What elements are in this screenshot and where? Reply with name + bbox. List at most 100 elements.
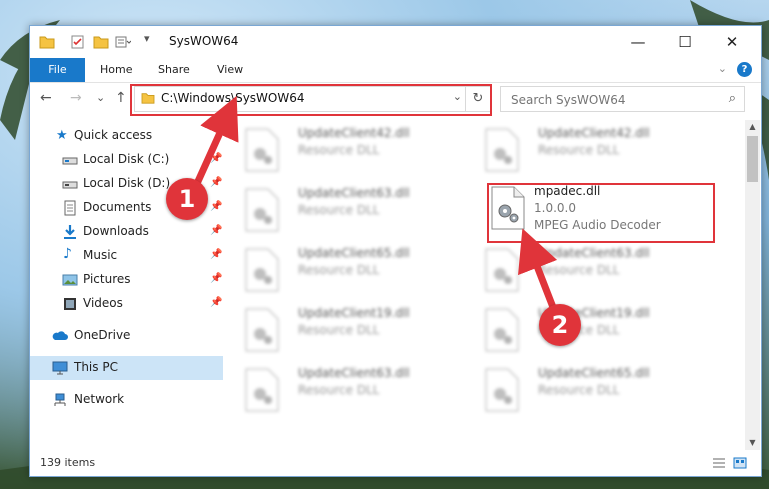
file-item[interactable]: UpdateClient19.dll Resource DLL xyxy=(466,304,696,358)
file-name: UpdateClient42.dll xyxy=(538,126,650,140)
file-description: Resource DLL xyxy=(298,263,380,277)
file-name: UpdateClient65.dll xyxy=(538,366,650,380)
minimize-button[interactable]: — xyxy=(615,26,661,58)
properties-icon[interactable] xyxy=(70,35,86,49)
explorer-window: ▾ SysWOW64 — ☐ ✕ File Home Share View ⌄ … xyxy=(29,25,762,477)
tab-share[interactable]: Share xyxy=(158,58,190,82)
sidebar-item-label: Local Disk (C:) xyxy=(83,152,170,166)
search-box[interactable]: ⌕ xyxy=(500,86,745,112)
dll-file-icon xyxy=(485,128,519,172)
sidebar-item-label: Quick access xyxy=(74,128,153,142)
sidebar-item-label: This PC xyxy=(74,360,118,374)
maximize-button[interactable]: ☐ xyxy=(662,26,708,58)
forward-button[interactable]: → xyxy=(70,90,82,106)
file-highlight xyxy=(487,183,715,243)
file-list: UpdateClient42.dll Resource DLL UpdateCl… xyxy=(226,120,738,450)
dll-file-icon xyxy=(245,308,279,352)
back-button[interactable]: ← xyxy=(40,90,52,106)
pin-icon[interactable]: 📌 xyxy=(210,225,222,236)
sidebar-item-this-pc[interactable]: This PC xyxy=(30,356,223,380)
file-name: UpdateClient65.dll xyxy=(298,246,410,260)
sidebar-item-local-disk-c[interactable]: Local Disk (C:) 📌 xyxy=(30,148,223,172)
pin-icon[interactable]: 📌 xyxy=(210,297,222,308)
file-name: UpdateClient63.dll xyxy=(298,366,410,380)
help-button[interactable]: ? xyxy=(737,62,752,77)
dll-file-icon xyxy=(245,368,279,412)
scroll-down-icon[interactable]: ▼ xyxy=(745,436,760,450)
file-item[interactable]: UpdateClient63.dll Resource DLL xyxy=(466,244,696,298)
file-item[interactable]: UpdateClient63.dll Resource DLL xyxy=(226,184,456,238)
computer-icon xyxy=(52,361,68,375)
details-view-icon[interactable] xyxy=(712,457,726,469)
tab-view[interactable]: View xyxy=(217,58,243,82)
sidebar-item-label: Network xyxy=(74,392,125,406)
file-item[interactable]: UpdateClient19.dll Resource DLL xyxy=(226,304,456,358)
customize-toolbar-icon[interactable] xyxy=(115,35,131,49)
sidebar-item-label: Local Disk (D:) xyxy=(83,176,171,190)
title-bar: ▾ SysWOW64 — ☐ ✕ xyxy=(30,26,761,58)
music-icon: ♪ xyxy=(63,246,72,262)
document-icon xyxy=(64,200,76,216)
file-description: Resource DLL xyxy=(298,383,380,397)
file-name: UpdateClient63.dll xyxy=(538,246,650,260)
tab-file[interactable]: File xyxy=(30,58,85,82)
file-description: Resource DLL xyxy=(538,383,620,397)
pin-icon[interactable]: 📌 xyxy=(210,273,222,284)
sidebar-item-quick-access[interactable]: ★ Quick access xyxy=(30,124,223,148)
network-icon xyxy=(54,393,66,406)
sidebar-item-pictures[interactable]: Pictures 📌 xyxy=(30,268,223,292)
drive-icon xyxy=(62,157,78,165)
star-icon: ★ xyxy=(56,128,68,143)
dll-file-icon xyxy=(245,128,279,172)
pin-icon[interactable]: 📌 xyxy=(210,249,222,260)
dll-file-icon xyxy=(245,188,279,232)
file-item[interactable]: UpdateClient65.dll Resource DLL xyxy=(466,364,696,418)
ribbon-tabs: File Home Share View ⌄ ? xyxy=(30,58,761,83)
large-icons-view-icon[interactable] xyxy=(733,457,747,469)
pin-icon[interactable]: 📌 xyxy=(210,153,222,164)
up-button[interactable]: ↑ xyxy=(115,90,127,106)
file-item[interactable]: UpdateClient63.dll Resource DLL xyxy=(226,364,456,418)
sidebar-item-label: Downloads xyxy=(83,224,149,238)
sidebar-item-label: Documents xyxy=(83,200,152,214)
vertical-scrollbar[interactable]: ▲ ▼ xyxy=(745,120,760,450)
step-callout-1: 1 xyxy=(166,178,208,220)
expand-ribbon-icon[interactable]: ⌄ xyxy=(718,62,727,75)
navigation-pane: ★ Quick access Local Disk (C:) 📌 Local D… xyxy=(30,120,223,450)
new-folder-icon[interactable] xyxy=(93,35,109,49)
sidebar-item-network[interactable]: Network xyxy=(30,388,223,412)
sidebar-item-label: Music xyxy=(83,248,118,262)
sidebar-item-music[interactable]: ♪ Music 📌 xyxy=(30,244,223,268)
file-description: Resource DLL xyxy=(538,143,620,157)
scrollbar-thumb[interactable] xyxy=(747,136,758,182)
recent-locations-button[interactable]: ⌄ xyxy=(96,91,105,104)
scroll-up-icon[interactable]: ▲ xyxy=(745,120,760,134)
item-count: 139 items xyxy=(40,456,96,469)
search-icon[interactable]: ⌕ xyxy=(729,91,736,106)
search-input[interactable] xyxy=(509,90,713,110)
folder-icon xyxy=(39,36,55,49)
window-title: SysWOW64 xyxy=(169,34,239,48)
sidebar-item-label: Pictures xyxy=(83,272,131,286)
pin-icon[interactable]: 📌 xyxy=(210,201,222,212)
step-callout-2: 2 xyxy=(539,304,581,346)
sidebar-item-onedrive[interactable]: OneDrive xyxy=(30,324,223,348)
file-item[interactable]: UpdateClient65.dll Resource DLL xyxy=(226,244,456,298)
download-icon xyxy=(64,225,76,239)
file-name: UpdateClient63.dll xyxy=(298,186,410,200)
sidebar-item-downloads[interactable]: Downloads 📌 xyxy=(30,220,223,244)
file-item[interactable]: UpdateClient42.dll Resource DLL xyxy=(226,124,456,178)
close-button[interactable]: ✕ xyxy=(709,26,755,58)
pin-icon[interactable]: 📌 xyxy=(210,177,222,188)
file-description: Resource DLL xyxy=(298,143,380,157)
tab-home[interactable]: Home xyxy=(100,58,132,82)
video-icon xyxy=(64,298,76,310)
quick-access-dropdown-icon[interactable]: ▾ xyxy=(144,32,150,45)
file-name: UpdateClient42.dll xyxy=(298,126,410,140)
file-description: Resource DLL xyxy=(298,203,380,217)
file-description: Resource DLL xyxy=(298,323,380,337)
dll-file-icon xyxy=(485,248,519,292)
file-item[interactable]: UpdateClient42.dll Resource DLL xyxy=(466,124,696,178)
dll-file-icon xyxy=(485,308,519,352)
sidebar-item-videos[interactable]: Videos 📌 xyxy=(30,292,223,316)
